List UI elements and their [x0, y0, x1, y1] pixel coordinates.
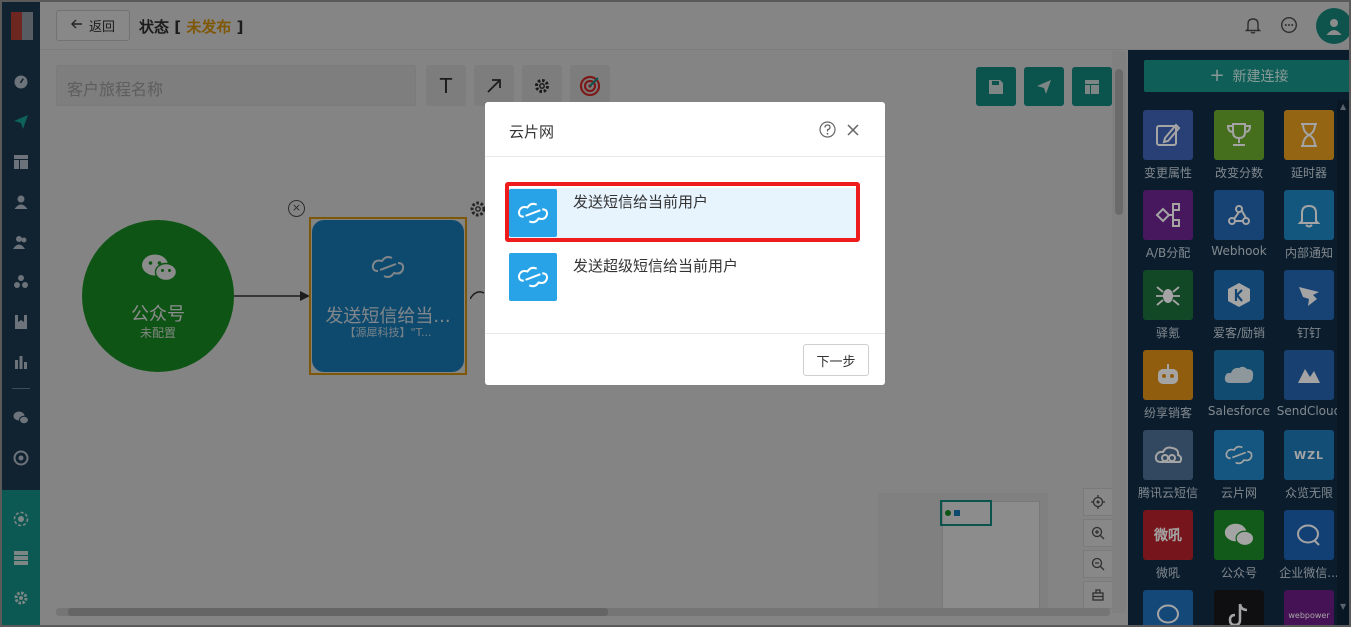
option-send-super-sms-label: 发送超级短信给当前用户: [573, 257, 739, 275]
option-send-super-sms[interactable]: 发送超级短信给当前用户: [507, 252, 857, 302]
panel-dim: [1128, 50, 1349, 625]
app-frame: 返回 状态 [ 未发布 ] 客户旅程名称 T × 公众号 未配置 发送短信给当.…: [0, 0, 1351, 627]
close-icon[interactable]: [846, 122, 860, 136]
dialog-title: 云片网: [509, 123, 555, 141]
dialog-footer-divider: [485, 333, 885, 334]
help-icon[interactable]: [819, 121, 836, 138]
next-step-button[interactable]: 下一步: [803, 344, 869, 376]
dialog-header-divider: [485, 156, 885, 157]
yunpian-dialog: 云片网 发送短信给当前用户 发送超级短信给当前用户 下一步: [485, 102, 885, 385]
highlight-annotation: [505, 182, 860, 242]
yunpian-icon: [509, 253, 557, 301]
